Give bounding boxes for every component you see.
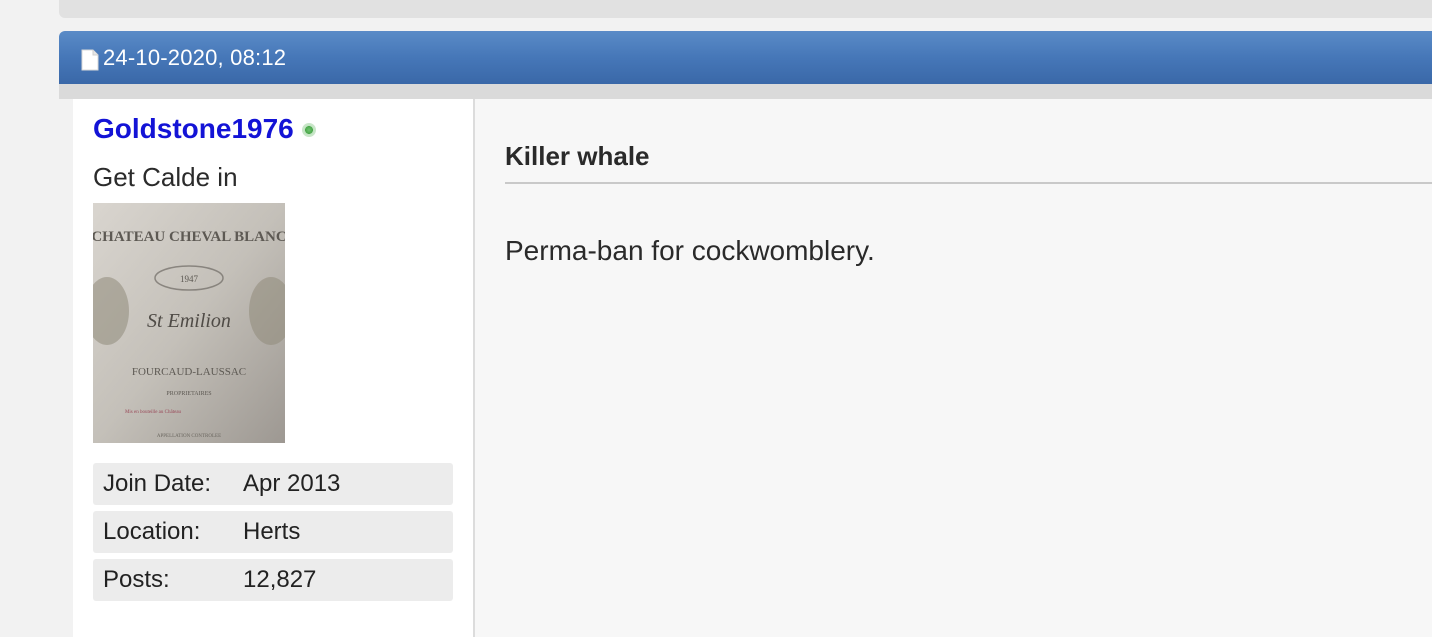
stat-row-location: Location: Herts [93,511,453,553]
stat-value: Apr 2013 [243,470,341,497]
stat-row-join-date: Join Date: Apr 2013 [93,463,453,505]
post-header: 24-10-2020, 08:12 [59,31,1432,84]
stat-label: Join Date: [103,470,212,497]
stat-label: Location: [103,518,201,545]
stat-row-posts: Posts: 12,827 [93,559,453,601]
avatar-text-year: 1947 [180,274,199,284]
avatar-text-proprietor: FOURCAUD-LAUSSAC [132,366,246,378]
stat-value: Herts [243,518,301,545]
title-divider [505,182,1432,184]
username-link[interactable]: Goldstone1976 [93,113,294,145]
post-subheader-bar [59,84,1432,99]
previous-post-footer [59,0,1432,18]
post-title: Killer whale [505,141,650,171]
username-row: Goldstone1976 [93,112,453,146]
avatar-text-controlee: APPELLATION CONTROLEE [157,434,221,439]
online-status-icon [301,123,316,137]
avatar-text-proprietaires: PROPRIETAIRES [166,391,211,397]
avatar-text-bottled: Mis en bouteille au Château [125,410,182,415]
post-message: Perma-ban for cockwomblery. [505,235,875,266]
avatar-text-appellation: St Emilion [147,310,231,332]
post-date: 24-10-2020, 08:12 [103,44,287,70]
user-title: Get Calde in [93,162,238,192]
stat-label: Posts: [103,566,170,593]
avatar-text-chateau: CHATEAU CHEVAL BLANC [93,229,285,245]
stat-value: 12,827 [243,566,317,593]
post-body: Killer whale Perma-ban for cockwomblery. [475,99,1432,637]
forum-post-page: 24-10-2020, 08:12 Goldstone1976 Get Cald… [0,0,1432,637]
user-info-panel: Goldstone1976 Get Calde in CHATEAU CHEVA… [73,99,473,637]
document-icon [81,49,99,71]
user-stats: Join Date: Apr 2013 Location: Herts Post… [93,463,453,601]
wine-label-avatar[interactable]: CHATEAU CHEVAL BLANC 1947 St Emilion FOU… [93,203,285,443]
